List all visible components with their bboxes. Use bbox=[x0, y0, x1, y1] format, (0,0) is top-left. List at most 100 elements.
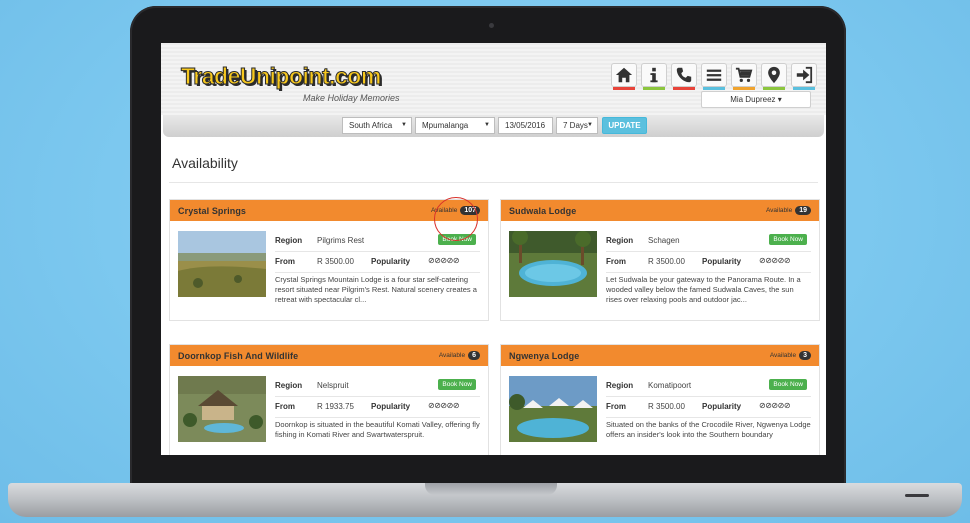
user-name: Mia Dupreez bbox=[730, 95, 776, 104]
book-now-button[interactable]: Book Now bbox=[769, 234, 807, 245]
location-icon bbox=[768, 66, 780, 84]
price-row: From R 3500.00 Popularity ⊘⊘⊘⊘⊘ bbox=[275, 252, 480, 273]
price-row: From R 1933.75 Popularity ⊘⊘⊘⊘⊘ bbox=[275, 397, 480, 418]
site-tagline: Make Holiday Memories bbox=[303, 93, 400, 103]
listing-description: Situated on the banks of the Crocodile R… bbox=[606, 420, 811, 439]
popularity-label: Popularity bbox=[371, 402, 411, 411]
nav-accent-bar bbox=[793, 87, 815, 90]
site-header: TradeUnipoint.com Make Holiday Memories bbox=[161, 43, 826, 115]
date-value: 13/05/2016 bbox=[505, 121, 546, 130]
nav-home-button[interactable] bbox=[611, 63, 637, 90]
popularity-label: Popularity bbox=[371, 257, 411, 266]
from-label: From bbox=[275, 257, 295, 266]
province-value: Mpumalanga bbox=[422, 121, 469, 130]
from-label: From bbox=[606, 402, 626, 411]
region-label: Region bbox=[606, 236, 634, 245]
availability-label: Available bbox=[765, 207, 793, 214]
price-value: R 3500.00 bbox=[317, 257, 354, 266]
availability-count-badge: 3 bbox=[799, 351, 811, 360]
availability: Available 6 bbox=[439, 351, 480, 360]
listing-card: Doornkop Fish And Wildlife Available 6 Re… bbox=[169, 344, 489, 455]
title-divider bbox=[169, 182, 818, 183]
date-input[interactable]: 13/05/2016 bbox=[498, 117, 553, 134]
price-value: R 3500.00 bbox=[648, 402, 685, 411]
region-value: Komatipoort bbox=[648, 381, 692, 390]
nav-accent-bar bbox=[703, 87, 725, 90]
listing-description: Let Sudwala be your gateway to the Panor… bbox=[606, 275, 801, 304]
availability-label: Available bbox=[769, 352, 797, 359]
popularity-rating: ⊘⊘⊘⊘⊘ bbox=[428, 401, 460, 410]
region-value: Schagen bbox=[648, 236, 680, 245]
region-value: Nelspruit bbox=[317, 381, 349, 390]
listing-description: Crystal Springs Mountain Lodge is a four… bbox=[275, 275, 477, 304]
user-menu-dropdown[interactable]: Mia Dupreez ▾ bbox=[701, 91, 811, 108]
availability-count-badge: 19 bbox=[795, 206, 811, 215]
nav-accent-bar bbox=[613, 87, 635, 90]
listing-card-header: Ngwenya Lodge Available 3 bbox=[501, 345, 819, 366]
book-now-button[interactable]: Book Now bbox=[769, 379, 807, 390]
webcam bbox=[489, 23, 494, 28]
listing-photo[interactable] bbox=[509, 231, 597, 297]
listing-description: Doornkop is situated in the beautiful Ko… bbox=[275, 420, 480, 439]
laptop-base-notch bbox=[425, 483, 557, 495]
availability-label: Available bbox=[438, 352, 466, 359]
phone-icon bbox=[676, 67, 692, 83]
availability: Available 3 bbox=[770, 351, 811, 360]
highlight-circle bbox=[434, 197, 478, 241]
from-label: From bbox=[606, 257, 626, 266]
chevron-down-icon: ▼ bbox=[587, 122, 593, 128]
province-select[interactable]: Mpumalanga ▼ bbox=[415, 117, 495, 134]
site-logo[interactable]: TradeUnipoint.com bbox=[181, 63, 382, 90]
nav-location-button[interactable] bbox=[761, 63, 787, 90]
nav-contact-button[interactable] bbox=[671, 63, 697, 90]
book-now-button[interactable]: Book Now bbox=[438, 379, 476, 390]
listing-card: Sudwala Lodge Available 19 Region Schagen… bbox=[500, 199, 820, 321]
listing-photo[interactable] bbox=[509, 376, 597, 442]
laptop-status-led bbox=[905, 494, 929, 497]
nav-accent-bar bbox=[763, 87, 785, 90]
listing-name[interactable]: Ngwenya Lodge bbox=[509, 351, 579, 361]
listing-photo[interactable] bbox=[178, 376, 266, 442]
region-label: Region bbox=[275, 381, 303, 390]
nav-accent-bar bbox=[673, 87, 695, 90]
nav-accent-bar bbox=[643, 87, 665, 90]
nav-info-button[interactable] bbox=[641, 63, 667, 90]
page-title: Availability bbox=[172, 155, 238, 171]
listing-name[interactable]: Sudwala Lodge bbox=[509, 206, 576, 216]
listing-name[interactable]: Doornkop Fish And Wildlife bbox=[178, 351, 298, 361]
duration-select[interactable]: 7 Days ▼ bbox=[556, 117, 598, 134]
country-select[interactable]: South Africa ▼ bbox=[342, 117, 412, 134]
popularity-label: Popularity bbox=[702, 402, 742, 411]
listing-card: Ngwenya Lodge Available 3 Region Komatipo… bbox=[500, 344, 820, 455]
availability-count-badge: 6 bbox=[468, 351, 480, 360]
price-row: From R 3500.00 Popularity ⊘⊘⊘⊘⊘ bbox=[606, 397, 811, 418]
listing-photo[interactable] bbox=[178, 231, 266, 297]
region-row: Region Nelspruit Book Now bbox=[275, 376, 480, 397]
home-icon bbox=[615, 67, 633, 83]
popularity-label: Popularity bbox=[702, 257, 742, 266]
region-row: Region Schagen Book Now bbox=[606, 231, 811, 252]
nav-cart-button[interactable] bbox=[731, 63, 757, 90]
price-value: R 3500.00 bbox=[648, 257, 685, 266]
listing-card-header: Sudwala Lodge Available 19 bbox=[501, 200, 819, 221]
sign-in-icon bbox=[796, 66, 813, 84]
duration-value: 7 Days bbox=[563, 121, 588, 130]
price-value: R 1933.75 bbox=[317, 402, 354, 411]
nav-sign-in-button[interactable] bbox=[791, 63, 817, 90]
nav-menu-button[interactable] bbox=[701, 63, 727, 90]
chevron-down-icon: ▾ bbox=[777, 95, 782, 104]
chevron-down-icon: ▼ bbox=[484, 122, 490, 128]
cart-icon bbox=[735, 67, 753, 83]
region-label: Region bbox=[606, 381, 634, 390]
from-label: From bbox=[275, 402, 295, 411]
popularity-rating: ⊘⊘⊘⊘⊘ bbox=[759, 401, 791, 410]
menu-icon bbox=[706, 69, 722, 81]
update-button[interactable]: UPDATE bbox=[602, 117, 647, 134]
listing-name[interactable]: Crystal Springs bbox=[178, 206, 246, 216]
popularity-rating: ⊘⊘⊘⊘⊘ bbox=[428, 256, 460, 265]
country-value: South Africa bbox=[349, 121, 393, 130]
listing-card-header: Doornkop Fish And Wildlife Available 6 bbox=[170, 345, 488, 366]
price-row: From R 3500.00 Popularity ⊘⊘⊘⊘⊘ bbox=[606, 252, 811, 273]
region-label: Region bbox=[275, 236, 303, 245]
main-nav bbox=[611, 63, 817, 90]
